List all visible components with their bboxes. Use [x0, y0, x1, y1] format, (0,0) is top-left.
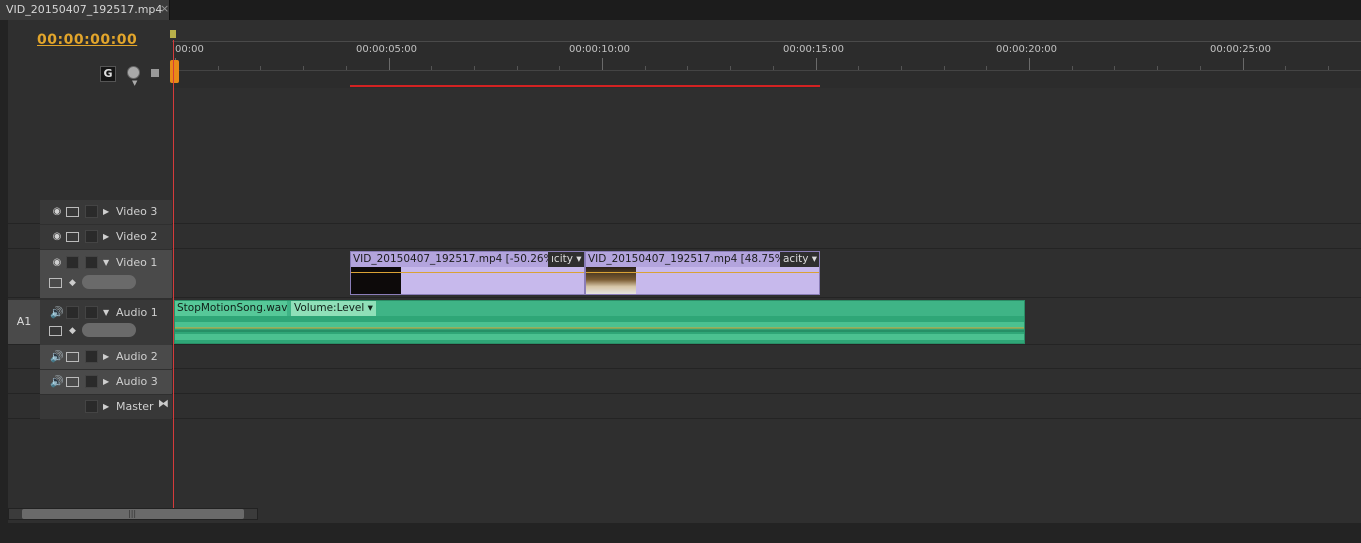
track-row-audio-3 [8, 370, 1361, 394]
time-ruler[interactable] [172, 41, 1361, 88]
track-header-audio-2[interactable]: 🔊 ▶ Audio 2 [40, 345, 172, 369]
track-header-video-1[interactable]: ◉ ▼ Video 1 ◆ [40, 250, 172, 298]
keyframe-navigator[interactable] [82, 275, 136, 289]
eye-icon[interactable]: ◉ [50, 207, 64, 217]
track-header-video-2[interactable]: ◉ ▶ Video 2 [40, 225, 172, 249]
opacity-dropdown[interactable]: acity ▾ [780, 252, 819, 267]
film-icon[interactable] [66, 256, 79, 269]
track-name: Audio 2 [116, 350, 158, 363]
ruler-label: 00:00:05:00 [356, 44, 418, 55]
ruler-tick [389, 58, 390, 70]
playhead-marker[interactable] [170, 30, 176, 38]
timecode-display[interactable]: 00:00:00:00 [37, 32, 137, 48]
track-name: Audio 3 [116, 375, 158, 388]
close-icon[interactable]: × [160, 2, 169, 15]
track-header-master[interactable]: ▶ Master ⧓ [40, 395, 172, 419]
ruler-label: 00:00:25:00 [1210, 44, 1272, 55]
ruler-divider [172, 70, 1361, 71]
scrollbar-grip-icon: ||| [128, 509, 137, 518]
work-area-bar[interactable] [350, 85, 820, 87]
opacity-dropdown[interactable]: ıcity ▾ [548, 252, 584, 267]
timeline-header [8, 20, 172, 88]
expand-triangle-icon[interactable]: ▶ [103, 352, 109, 361]
collapse-triangle-icon[interactable]: ▼ [103, 308, 109, 317]
speaker-icon[interactable]: 🔊 [50, 306, 64, 319]
audio-waveform [175, 316, 1024, 343]
playhead-line [173, 40, 174, 508]
ruler-label: 00:00:10:00 [569, 44, 631, 55]
expand-triangle-icon[interactable]: ▶ [103, 402, 109, 411]
expand-triangle-icon[interactable]: ▶ [103, 377, 109, 386]
opacity-line[interactable] [351, 272, 584, 273]
ruler-divider [172, 41, 1361, 42]
track-name: Master [116, 400, 154, 413]
lock-toggle[interactable] [85, 375, 98, 388]
ruler-label: 00:00:20:00 [996, 44, 1058, 55]
ruler-tick [602, 58, 603, 70]
lock-toggle[interactable] [85, 306, 98, 319]
tab-bar [0, 0, 1361, 20]
speaker-icon[interactable]: 🔊 [50, 350, 64, 363]
keyframe-icon[interactable]: ◆ [69, 326, 76, 336]
bowtie-icon[interactable]: ⧓ [158, 397, 169, 410]
ruler-label: 00:00 [175, 44, 204, 55]
ruler-tick [1029, 58, 1030, 70]
track-name: Video 3 [116, 205, 158, 218]
display-style-icon[interactable] [49, 278, 62, 288]
waveform-icon[interactable] [49, 326, 62, 336]
film-icon[interactable] [66, 232, 79, 242]
eye-icon[interactable]: ◉ [50, 258, 64, 268]
video-clip-b[interactable]: VID_20150407_192517.mp4 [48.75%] acity ▾ [585, 251, 820, 295]
track-header-video-3[interactable]: ◉ ▶ Video 3 [40, 200, 172, 224]
sync-lock-icon[interactable] [66, 377, 79, 387]
track-name: Video 2 [116, 230, 158, 243]
expand-triangle-icon[interactable]: ▶ [103, 232, 109, 241]
ruler-tick [1243, 58, 1244, 70]
lock-toggle[interactable] [85, 400, 98, 413]
snap-icon[interactable]: G [100, 66, 116, 82]
tab-sequence[interactable]: VID_20150407_192517.mp4 × [0, 0, 170, 20]
ruler-label: 00:00:15:00 [783, 44, 845, 55]
sync-lock-toggle[interactable] [66, 306, 79, 319]
collapse-triangle-icon[interactable]: ▼ [103, 258, 109, 267]
opacity-line[interactable] [586, 272, 819, 273]
lock-toggle[interactable] [85, 350, 98, 363]
track-row-video-3 [8, 200, 1361, 224]
ruler-tick [816, 58, 817, 70]
panel-footer [0, 523, 1361, 543]
track-row-video-2 [8, 225, 1361, 249]
tab-label: VID_20150407_192517.mp4 [6, 3, 163, 16]
track-header-audio-1[interactable]: 🔊 ▼ Audio 1 ◆ [40, 300, 172, 345]
volume-dropdown[interactable]: Volume:Level ▾ [291, 301, 376, 316]
track-name: Audio 1 [116, 306, 158, 319]
chevron-down-icon[interactable]: ▼ [132, 79, 137, 87]
globe-icon[interactable] [127, 66, 140, 79]
keyframe-icon[interactable]: ◆ [69, 278, 76, 288]
marker-icon[interactable] [151, 69, 159, 77]
audio-clip[interactable]: StopMotionSong.wav Volume:Level ▾ [174, 300, 1025, 344]
lock-toggle[interactable] [85, 230, 98, 243]
keyframe-navigator[interactable] [82, 323, 136, 337]
speaker-icon[interactable]: 🔊 [50, 375, 64, 388]
clip-title: StopMotionSong.wav [175, 301, 288, 316]
expand-triangle-icon[interactable]: ▶ [103, 207, 109, 216]
video-clip-a[interactable]: VID_20150407_192517.mp4 [-50.26%] ıcity … [350, 251, 585, 295]
eye-icon[interactable]: ◉ [50, 232, 64, 242]
track-header-audio-3[interactable]: 🔊 ▶ Audio 3 [40, 370, 172, 394]
track-name: Video 1 [116, 256, 158, 269]
track-row-audio-2 [8, 345, 1361, 369]
playhead-handle[interactable] [170, 60, 179, 83]
track-row-master [8, 395, 1361, 419]
sync-lock-icon[interactable] [66, 352, 79, 362]
track-target-gutter [8, 88, 40, 508]
lock-toggle[interactable] [85, 205, 98, 218]
film-icon[interactable] [66, 207, 79, 217]
lock-toggle[interactable] [85, 256, 98, 269]
